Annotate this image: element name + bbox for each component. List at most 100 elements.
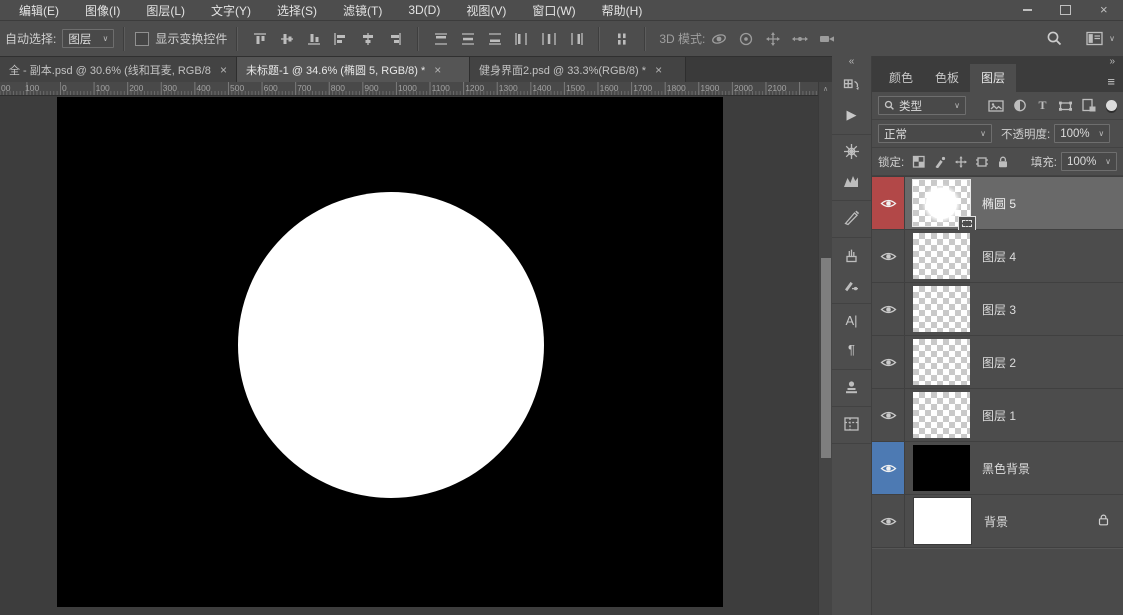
character-panel-icon[interactable]: A| [832, 306, 871, 335]
close-tab-icon[interactable]: × [220, 63, 227, 77]
layer-name[interactable]: 椭圆 5 [982, 195, 1016, 212]
align-vertical-centers-icon[interactable] [273, 27, 300, 51]
align-bottom-edges-icon[interactable] [300, 27, 327, 51]
lock-artboard-nesting-icon[interactable] [971, 153, 992, 171]
measurement-log-panel-icon[interactable] [832, 409, 871, 438]
menu-layer[interactable]: 图层(L) [133, 2, 198, 19]
distribute-right-edges-icon[interactable] [562, 27, 589, 51]
close-button[interactable]: × [1089, 0, 1119, 19]
align-right-edges-icon[interactable] [381, 27, 408, 51]
distribute-horizontal-centers-icon[interactable] [535, 27, 562, 51]
document-canvas[interactable] [57, 97, 723, 607]
close-tab-icon[interactable]: × [434, 63, 441, 77]
menu-help[interactable]: 帮助(H) [589, 2, 656, 19]
3d-camera-icon[interactable] [813, 27, 840, 51]
minimize-button[interactable] [1012, 0, 1042, 19]
align-horizontal-centers-icon[interactable] [354, 27, 381, 51]
distribute-bottom-edges-icon[interactable] [481, 27, 508, 51]
document-tab-2-active[interactable]: 未标题-1 @ 34.6% (椭圆 5, RGB/8) * × [237, 57, 470, 82]
search-icon[interactable] [1041, 27, 1068, 51]
show-transform-checkbox[interactable] [135, 31, 150, 46]
scroll-up-arrow-icon[interactable]: ∧ [819, 82, 832, 95]
brushes-panel-icon[interactable] [832, 240, 871, 269]
layer-name[interactable]: 图层 3 [982, 301, 1016, 318]
layer-filtering-toggle[interactable] [1106, 100, 1117, 111]
close-tab-icon[interactable]: × [655, 63, 662, 77]
3d-slide-icon[interactable] [786, 27, 813, 51]
layer-thumbnail[interactable] [913, 497, 972, 545]
visibility-cell[interactable] [872, 442, 905, 494]
3d-pan-icon[interactable] [759, 27, 786, 51]
layer-thumbnail[interactable] [913, 286, 970, 332]
lock-image-pixels-icon[interactable] [929, 153, 950, 171]
distribute-spacing-icon[interactable] [608, 27, 635, 51]
menu-select[interactable]: 选择(S) [264, 2, 330, 19]
layer-row-layer-3[interactable]: 图层 3 [872, 283, 1123, 336]
expand-panels-icon[interactable]: » [1109, 56, 1115, 67]
3d-roll-icon[interactable] [732, 27, 759, 51]
lock-all-icon[interactable] [992, 153, 1013, 171]
collapse-dock-icon[interactable]: « [832, 56, 871, 69]
adjustments-panel-icon[interactable] [832, 137, 871, 166]
actions-panel-icon[interactable]: ▶ [832, 100, 871, 129]
menu-3d[interactable]: 3D(D) [395, 3, 453, 17]
layer-thumbnail[interactable] [913, 233, 970, 279]
histogram-panel-icon[interactable] [832, 166, 871, 195]
layer-row-layer-1[interactable]: 图层 1 [872, 389, 1123, 442]
lock-position-icon[interactable] [950, 153, 971, 171]
layer-row-layer-2[interactable]: 图层 2 [872, 336, 1123, 389]
visibility-cell[interactable] [872, 283, 905, 335]
tab-layers[interactable]: 图层 [970, 64, 1017, 92]
filter-shape-layers-icon[interactable] [1054, 96, 1077, 116]
clone-source-panel-icon[interactable] [832, 372, 871, 401]
visibility-cell[interactable] [872, 495, 905, 547]
distribute-left-edges-icon[interactable] [508, 27, 535, 51]
white-ellipse-shape[interactable] [238, 192, 544, 498]
document-tab-3[interactable]: 健身界面2.psd @ 33.3%(RGB/8) * × [470, 57, 686, 82]
lock-transparency-icon[interactable] [908, 153, 929, 171]
layer-filter-type-dropdown[interactable]: 类型 ∨ [878, 96, 966, 115]
distribute-top-edges-icon[interactable] [427, 27, 454, 51]
layer-row-black-background[interactable]: 黑色背景 [872, 442, 1123, 495]
filter-smart-objects-icon[interactable] [1077, 96, 1100, 116]
align-left-edges-icon[interactable] [327, 27, 354, 51]
panel-menu-icon[interactable]: ≡ [1107, 75, 1115, 88]
visibility-cell[interactable] [872, 177, 905, 229]
layer-name[interactable]: 图层 1 [982, 407, 1016, 424]
maximize-button[interactable] [1050, 0, 1080, 19]
layer-row-ellipse-5[interactable]: 椭圆 5 [872, 177, 1123, 231]
opacity-field[interactable]: 100% ∨ [1054, 124, 1111, 143]
auto-select-dropdown[interactable]: 图层 ∨ [62, 29, 115, 48]
layer-name[interactable]: 图层 4 [982, 248, 1016, 265]
layer-row-layer-4[interactable]: 图层 4 [872, 230, 1123, 283]
blend-mode-dropdown[interactable]: 正常 ∨ [878, 124, 992, 143]
document-tab-1[interactable]: 全 - 副本.psd @ 30.6% (线和耳麦, RGB/8) × [0, 57, 237, 82]
filter-pixel-layers-icon[interactable] [985, 96, 1008, 116]
menu-type[interactable]: 文字(Y) [198, 2, 264, 19]
3d-orbit-icon[interactable] [705, 27, 732, 51]
distribute-vertical-centers-icon[interactable] [454, 27, 481, 51]
layer-name[interactable]: 黑色背景 [982, 460, 1030, 477]
layer-row-background[interactable]: 背景 [872, 495, 1123, 548]
filter-type-layers-icon[interactable]: T [1031, 96, 1054, 116]
horizontal-ruler[interactable]: 00 100 0 100 200 300 400 500 600 700 800 900 1000 110… [0, 82, 818, 96]
tab-color[interactable]: 颜色 [878, 64, 924, 92]
notes-panel-icon[interactable] [832, 203, 871, 232]
layer-name[interactable]: 背景 [984, 513, 1008, 530]
canvas-pasteboard[interactable] [0, 96, 818, 615]
menu-view[interactable]: 视图(V) [453, 2, 519, 19]
menu-edit[interactable]: 编辑(E) [6, 2, 72, 19]
scrollbar-thumb[interactable] [821, 258, 831, 458]
brush-settings-panel-icon[interactable] [832, 269, 871, 298]
menu-image[interactable]: 图像(I) [72, 2, 133, 19]
menu-window[interactable]: 窗口(W) [519, 2, 588, 19]
vertical-scrollbar[interactable]: ∧ [818, 82, 832, 615]
align-top-edges-icon[interactable] [246, 27, 273, 51]
fill-field[interactable]: 100% ∨ [1061, 152, 1117, 171]
visibility-cell[interactable] [872, 230, 905, 282]
layer-name[interactable]: 图层 2 [982, 354, 1016, 371]
paragraph-panel-icon[interactable]: ¶ [832, 335, 871, 364]
layer-thumbnail[interactable] [913, 445, 970, 491]
visibility-cell[interactable] [872, 389, 905, 441]
filter-adjustment-layers-icon[interactable] [1008, 96, 1031, 116]
